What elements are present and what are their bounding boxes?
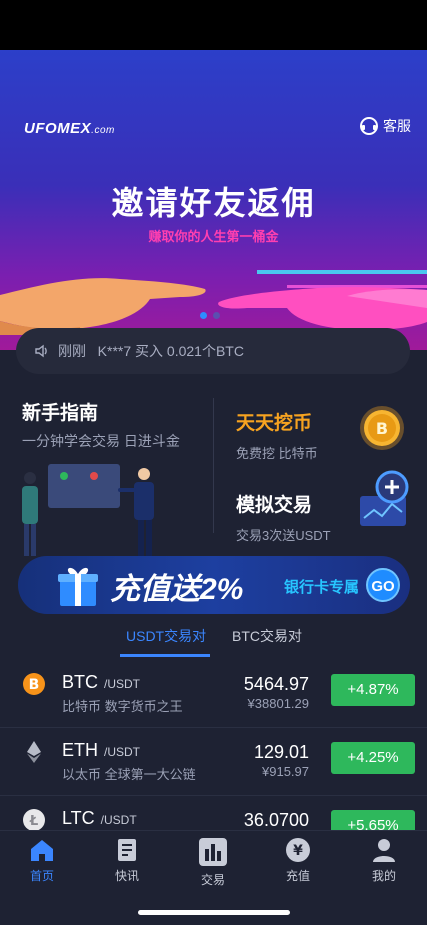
pair-price: 36.0700: [243, 810, 309, 830]
btc-icon: B: [23, 673, 45, 695]
guide-title: 新手指南: [22, 403, 99, 424]
banner-headline: 邀请好友返佣: [111, 185, 316, 221]
market-row-eth[interactable]: ETH/USDT 以太币 全球第一大公链 129.01 ¥915.97 +4.2…: [0, 728, 427, 796]
promo-banner[interactable]: UFOMEX.com 客服 邀请好友返佣 赚取你的人生第一桶金: [0, 50, 427, 350]
tabbar-label: 首页: [29, 869, 54, 883]
carousel-dot[interactable]: [213, 312, 220, 319]
tabbar-label: 交易: [200, 873, 225, 887]
market-row-ltc[interactable]: Ł LTC/USDT 36.0700 +5.65%: [0, 796, 427, 830]
pair-symbol: BTC/USDT: [62, 672, 140, 692]
change-badge[interactable]: +4.87%: [331, 674, 415, 706]
status-bar: [0, 0, 427, 50]
divider: [213, 398, 214, 533]
tabbar-home[interactable]: 首页: [12, 837, 72, 884]
bitcoin-coin-icon: B: [360, 406, 404, 450]
yen-icon: ¥: [286, 838, 310, 862]
tab-btc-pairs[interactable]: BTC交易对: [232, 626, 302, 646]
speaker-icon: [35, 344, 47, 358]
market-tabs: USDT交易对 BTC交易对: [0, 620, 427, 658]
home-icon: [31, 840, 53, 861]
active-tab-indicator: [120, 654, 210, 657]
carousel-indicators[interactable]: [200, 312, 220, 319]
hand-right-illustration: [218, 270, 427, 330]
pair-cny-price: ¥38801.29: [247, 696, 309, 711]
tabbar-trade[interactable]: 交易: [183, 837, 243, 888]
customer-service-button[interactable]: 客服: [359, 116, 411, 136]
promo-small-text: 银行卡专属: [284, 579, 360, 596]
eth-icon: [27, 741, 41, 763]
tabbar-label: 快讯: [114, 869, 139, 883]
svg-text:B: B: [29, 677, 40, 693]
tabbar-label: 充值: [285, 869, 310, 883]
go-button[interactable]: GO: [366, 568, 400, 602]
hand-left-illustration: [0, 278, 206, 335]
ticker-text: 刚刚 K***7 买入 0.021个BTC: [58, 343, 244, 359]
gift-icon: [58, 567, 98, 606]
guide-subtitle: 一分钟学会交易 日进斗金: [22, 433, 180, 449]
market-list: B BTC/USDT 比特币 数字货币之王 5464.97 ¥38801.29 …: [0, 660, 427, 830]
deposit-promo-banner[interactable]: 充值送2% 银行卡专属 GO: [18, 556, 410, 614]
chart-icon: [199, 838, 227, 866]
svg-text:Ł: Ł: [29, 814, 38, 829]
profile-icon: [373, 839, 395, 862]
promo-big-text: 充值送2%: [110, 573, 244, 606]
tabbar-news[interactable]: 快讯: [97, 837, 157, 884]
simulated-trading-icon: [360, 470, 409, 526]
pair-symbol: LTC/USDT: [62, 808, 137, 828]
beginner-guide-card[interactable]: 新手指南 一分钟学会交易 日进斗金: [22, 398, 212, 451]
pair-price: 129.01: [253, 742, 309, 762]
carousel-dot[interactable]: [200, 312, 207, 319]
brand-logo: UFOMEX.com: [24, 120, 115, 137]
tabbar-profile[interactable]: 我的: [354, 837, 414, 884]
svg-text:B: B: [376, 419, 388, 438]
pair-symbol: ETH/USDT: [62, 740, 140, 760]
home-indicator: [138, 910, 290, 915]
change-badge[interactable]: +4.25%: [331, 742, 415, 774]
pair-description: 比特币 数字货币之王: [62, 699, 183, 714]
pair-cny-price: ¥915.97: [262, 764, 309, 779]
pair-price: 5464.97: [243, 674, 309, 694]
headset-icon: [360, 117, 378, 135]
svg-text:¥: ¥: [293, 843, 303, 859]
guide-illustration: [22, 464, 154, 556]
news-icon: [118, 839, 136, 861]
banner-subline: 赚取你的人生第一桶金: [148, 229, 279, 244]
tab-usdt-pairs[interactable]: USDT交易对: [126, 626, 206, 646]
ltc-icon: Ł: [23, 809, 45, 830]
tabbar-label: 我的: [371, 869, 396, 883]
pair-description: 以太币 全球第一大公链: [62, 767, 196, 782]
market-row-btc[interactable]: B BTC/USDT 比特币 数字货币之王 5464.97 ¥38801.29 …: [0, 660, 427, 728]
tabbar-deposit[interactable]: ¥ 充值: [268, 837, 328, 884]
trade-ticker[interactable]: 刚刚 K***7 买入 0.021个BTC: [16, 328, 410, 374]
change-badge[interactable]: +5.65%: [331, 810, 415, 830]
service-label: 客服: [383, 118, 411, 134]
